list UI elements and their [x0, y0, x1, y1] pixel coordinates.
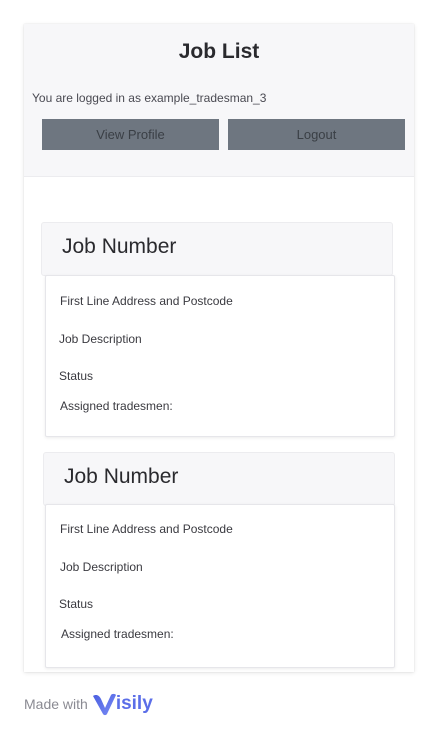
job-number: Job Number	[64, 465, 179, 488]
visily-v-icon	[92, 693, 116, 716]
job-address: First Line Address and Postcode	[60, 522, 233, 536]
header: Job List You are logged in as example_tr…	[24, 24, 414, 177]
job-description: Job Description	[59, 332, 142, 346]
app-frame: Job List You are logged in as example_tr…	[24, 24, 414, 672]
job-number: Job Number	[62, 235, 177, 258]
visily-brand-text: isily	[115, 693, 153, 714]
logout-button[interactable]: Logout	[228, 119, 405, 150]
job-card-body: First Line Address and Postcode Job Desc…	[45, 275, 395, 437]
visily-logo: isily	[92, 692, 153, 716]
job-status: Status	[59, 369, 94, 383]
job-status: Status	[59, 597, 94, 611]
job-card-body: First Line Address and Postcode Job Desc…	[45, 504, 395, 668]
job-card-header: Job Number	[41, 222, 393, 276]
job-description: Job Description	[60, 560, 143, 574]
job-assigned-tradesmen: Assigned tradesmen:	[61, 627, 174, 641]
login-status-text: You are logged in as example_tradesman_3	[32, 91, 267, 105]
page-title: Job List	[178, 40, 260, 63]
made-with-text: Made with	[24, 696, 88, 712]
job-card-header: Job Number	[43, 452, 395, 506]
view-profile-button[interactable]: View Profile	[42, 119, 219, 150]
made-with-badge[interactable]: Made with isily	[24, 690, 153, 718]
page: Job List You are logged in as example_tr…	[0, 0, 438, 736]
job-address: First Line Address and Postcode	[60, 294, 233, 308]
job-assigned-tradesmen: Assigned tradesmen:	[60, 399, 173, 413]
